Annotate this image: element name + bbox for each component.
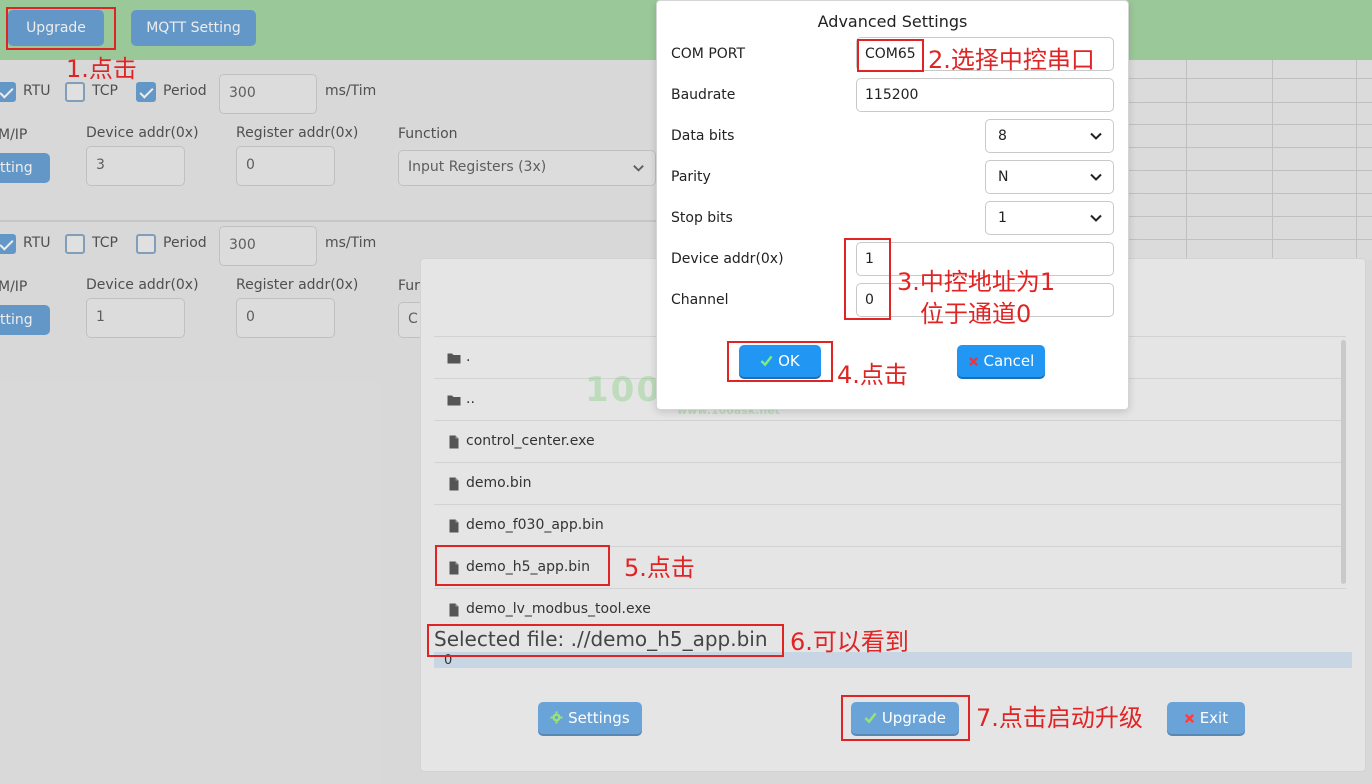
annotation-4: 4.点击 xyxy=(837,361,908,389)
file-list-scrollbar[interactable] xyxy=(1341,340,1346,584)
stop-bits-value: 1 xyxy=(998,210,1007,226)
file-name: .. xyxy=(466,391,475,407)
annotation-3-line2: 位于通道0 xyxy=(920,300,1032,328)
parity-label: Parity xyxy=(671,169,711,185)
annotation-2: 2.选择中控串口 xyxy=(928,46,1095,74)
device-addr-label: Device addr(0x) xyxy=(671,251,784,267)
folder-icon xyxy=(447,393,461,407)
data-bits-select[interactable]: 8 xyxy=(985,119,1114,153)
annotation-5: 5.点击 xyxy=(624,554,695,582)
file-icon xyxy=(447,435,461,449)
data-bits-label: Data bits xyxy=(671,128,735,144)
parity-select[interactable]: N xyxy=(985,160,1114,194)
annotation-box-6 xyxy=(427,624,784,657)
cancel-button-label: Cancel xyxy=(983,352,1035,370)
file-icon xyxy=(447,603,461,617)
exit-button-label: Exit xyxy=(1199,709,1229,727)
file-name: demo_lv_modbus_tool.exe xyxy=(466,601,651,617)
chevron-down-icon xyxy=(1090,214,1102,222)
annotation-box-5 xyxy=(435,545,610,586)
advanced-settings-title: Advanced Settings xyxy=(817,12,968,31)
stop-bits-label: Stop bits xyxy=(671,210,733,226)
baudrate-label: Baudrate xyxy=(671,87,736,103)
data-bits-value: 8 xyxy=(998,128,1007,144)
annotation-box-7 xyxy=(841,695,970,741)
com-port-label: COM PORT xyxy=(671,46,746,62)
file-list-item[interactable]: demo_f030_app.bin xyxy=(434,504,1346,546)
chevron-down-icon xyxy=(1090,173,1102,181)
settings-button[interactable]: Settings xyxy=(538,702,642,734)
folder-icon xyxy=(447,351,461,365)
file-name: . xyxy=(466,349,471,365)
file-name: demo_f030_app.bin xyxy=(466,517,604,533)
file-name: demo.bin xyxy=(466,475,532,491)
parity-value: N xyxy=(998,169,1009,185)
annotation-box-2 xyxy=(857,39,924,72)
file-icon xyxy=(447,519,461,533)
annotation-box-3 xyxy=(844,238,891,320)
gear-icon xyxy=(550,711,563,724)
settings-button-label: Settings xyxy=(568,709,630,727)
close-icon xyxy=(1184,713,1194,724)
exit-button[interactable]: Exit xyxy=(1167,702,1245,734)
annotation-7: 7.点击启动升级 xyxy=(976,704,1143,732)
file-list-item[interactable]: control_center.exe xyxy=(434,420,1346,462)
cancel-button[interactable]: Cancel xyxy=(957,345,1045,377)
channel-label: Channel xyxy=(671,292,729,308)
annotation-6: 6.可以看到 xyxy=(790,628,909,656)
annotation-1: 1.点击 xyxy=(66,55,137,83)
close-icon xyxy=(968,356,978,367)
chevron-down-icon xyxy=(1090,132,1102,140)
annotation-3-line1: 3.中控地址为1 xyxy=(897,268,1056,296)
file-name: control_center.exe xyxy=(466,433,595,449)
annotation-box-4 xyxy=(727,341,833,382)
file-list-item[interactable]: demo.bin xyxy=(434,462,1346,504)
annotation-box-1 xyxy=(6,7,116,50)
file-icon xyxy=(447,477,461,491)
stop-bits-select[interactable]: 1 xyxy=(985,201,1114,235)
baudrate-input[interactable]: 115200 xyxy=(856,78,1114,112)
